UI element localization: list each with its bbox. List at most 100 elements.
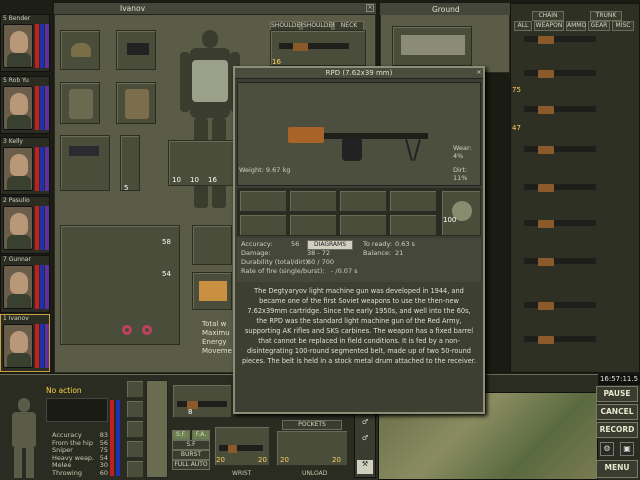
inventory-title: Ivanov (120, 4, 146, 13)
item-slot[interactable] (192, 225, 232, 265)
attachment-slot[interactable] (339, 190, 387, 212)
walk-icon[interactable]: ♂ (357, 418, 373, 430)
mode-burst-button[interactable]: BURST (172, 450, 210, 460)
helmet-slot[interactable] (60, 30, 100, 70)
merc-face-icon (3, 86, 33, 130)
accuracy-label: Accuracy: (241, 240, 273, 248)
merc-name: 5 Rob Yu (3, 77, 29, 84)
stat-label: Energy (202, 338, 227, 346)
weapon-list-item[interactable] (516, 296, 602, 314)
ammo-count: 16 (208, 176, 217, 184)
popup-title: RPD (7.62x39 mm) (235, 68, 483, 79)
attachment-slot[interactable] (389, 214, 437, 236)
ammo-count: 10 (190, 176, 199, 184)
stance-run-button[interactable] (126, 440, 144, 458)
record-button[interactable]: RECORD (596, 422, 638, 438)
tab-chain[interactable]: CHAIN (532, 11, 564, 21)
merc-face-icon (3, 24, 33, 68)
durability-label: Durability (total/dirt): (241, 258, 311, 266)
slot-count: 58 (162, 238, 171, 246)
rof-value: - /0.07 s (331, 267, 358, 275)
wear-readout: Wear: 4% (453, 144, 472, 160)
pockets-label[interactable]: POCKETS (282, 420, 342, 430)
cancel-button[interactable]: CANCEL (596, 404, 638, 420)
left-hand-slot[interactable] (60, 135, 110, 191)
stance-crouch-button[interactable] (126, 400, 144, 418)
attachment-slot[interactable] (239, 190, 287, 212)
balance-label: Balance: (363, 249, 392, 257)
merc-portrait[interactable]: 2 Pasulio (0, 196, 50, 254)
nvg-slot[interactable] (116, 30, 156, 70)
tab-misc[interactable]: MISC (612, 21, 634, 31)
vehicle-slot[interactable] (392, 26, 472, 66)
weapon-list-item[interactable] (516, 252, 602, 270)
worn-vest (192, 60, 228, 102)
map-slot[interactable] (192, 272, 232, 310)
slot-count: 54 (162, 270, 171, 278)
shoulder-slot[interactable] (270, 30, 366, 66)
weapon-list-item[interactable] (516, 100, 602, 118)
stance-prone-button[interactable] (126, 420, 144, 438)
ammo-count: 10 (172, 176, 181, 184)
accuracy-value: 56 (291, 240, 300, 248)
attachment-slot[interactable] (339, 214, 387, 236)
attachment-slot[interactable] (289, 190, 337, 212)
wrist-label: WRIST (232, 470, 252, 477)
red-donut-icon (142, 325, 152, 335)
inventory-titlebar (54, 3, 376, 15)
camera-icon[interactable]: ▣ (620, 442, 634, 456)
close-icon[interactable]: × (366, 4, 374, 12)
ammo-count: 5 (124, 184, 129, 192)
stance-panel (146, 380, 168, 478)
mode-single-button[interactable]: S.F (172, 440, 210, 450)
merc-face-icon (3, 206, 33, 250)
backpack-slot[interactable] (116, 82, 156, 124)
merc-portrait[interactable]: 5 Rob Yu (0, 76, 50, 134)
weapon-list-item[interactable] (516, 30, 602, 48)
mode-fa-button[interactable]: F.A. (192, 430, 210, 440)
close-icon[interactable]: × (475, 69, 483, 77)
skill-row: Throwing 60 (52, 468, 108, 477)
item-info-popup: RPD (7.62x39 mm) × Wear: 4% Dirt: 11% We… (233, 66, 485, 414)
weapon-list-item[interactable] (516, 330, 602, 348)
attachment-slot[interactable] (389, 190, 437, 212)
merc-name: 7 Gunnar (3, 256, 31, 263)
menu-button[interactable]: MENU (596, 460, 638, 478)
merc-portrait[interactable]: 3 Kelly (0, 137, 50, 195)
merc-portrait[interactable]: 5 Bender (0, 14, 50, 72)
toready-label: To ready: (363, 240, 393, 248)
merc-portrait[interactable]: 7 Gunnar (0, 255, 50, 313)
weapon-list-item[interactable] (516, 214, 602, 232)
game-clock: 16:57:11.5 (598, 374, 640, 385)
pouch-slot[interactable] (120, 135, 140, 191)
merc-name: 1 Ivanov (3, 315, 29, 322)
run-icon[interactable]: ♂ (357, 434, 373, 446)
tab-trunk[interactable]: TRUNK (590, 11, 622, 21)
merc-portrait-selected[interactable]: 1 Ivanov (0, 314, 50, 372)
vest-slot[interactable] (60, 82, 100, 124)
weapon-list-item[interactable] (516, 64, 602, 82)
stance-stand-button[interactable] (126, 380, 144, 398)
drum-ammo-slot[interactable] (441, 190, 481, 236)
weapon-list-item[interactable] (516, 178, 602, 196)
diagrams-button[interactable]: DIAGRAMS (307, 240, 353, 250)
slot-count: 20 (280, 456, 289, 464)
durability-value: 60 / 700 (307, 258, 334, 266)
hand-ammo-count: 8 (188, 408, 193, 416)
wrench-icon[interactable]: ⚒ (357, 460, 373, 474)
toready-value: 0.63 s (395, 240, 415, 248)
gear-icon[interactable]: ⚙ (600, 442, 614, 456)
rof-label: Rate of fire (single/burst): (241, 267, 325, 275)
stance-walk-button[interactable] (126, 460, 144, 478)
merc-face-icon (3, 265, 33, 309)
action-label: No action (46, 386, 82, 395)
selected-merc-silhouette (6, 398, 42, 478)
pause-button[interactable]: PAUSE (596, 386, 638, 402)
mode-fullauto-button[interactable]: FULL AUTO (172, 460, 210, 470)
mode-sf-button[interactable]: S.F. (172, 430, 190, 440)
weapon-list-item[interactable] (516, 140, 602, 158)
merc-face-icon (3, 324, 33, 368)
attachment-slot[interactable] (289, 214, 337, 236)
attachment-slot[interactable] (239, 214, 287, 236)
hand-weapon-slot[interactable] (172, 384, 232, 418)
